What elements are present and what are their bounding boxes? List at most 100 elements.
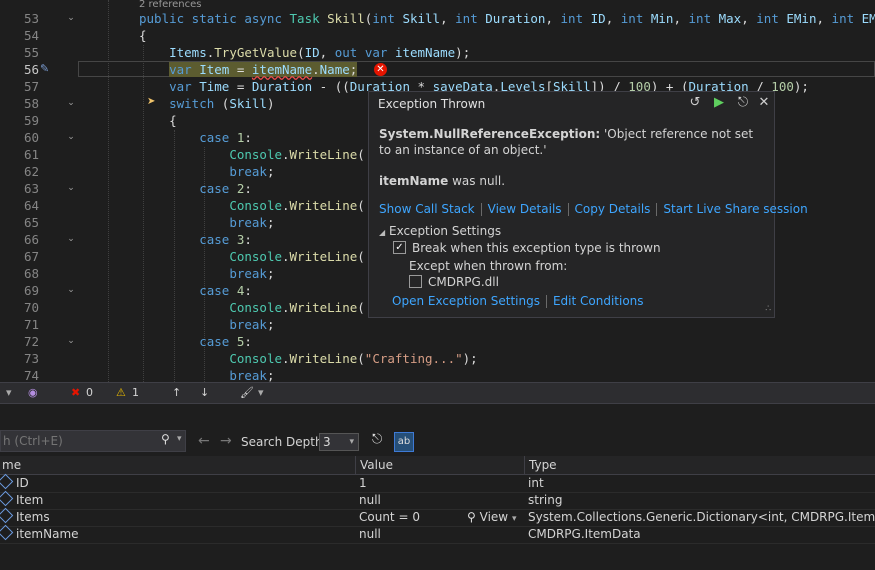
locals-search-box[interactable]: ⚲ ▾ [0,430,186,452]
code-text: case 5: [199,334,252,349]
history-icon[interactable]: ↺ [687,95,703,111]
view-details-link[interactable]: View Details [488,202,562,216]
variable-value[interactable]: null [359,492,381,509]
column-header-type[interactable]: Type [529,457,557,473]
brush-dropdown-icon[interactable]: ▾ [258,385,264,401]
fold-chevron-icon[interactable]: ⌄ [66,95,76,112]
collapse-triangle-icon: ◢ [379,228,386,237]
variable-name: Items [0,507,50,526]
search-icon[interactable]: ⚲ [161,432,170,446]
code-text: Items.TryGetValue(ID, out var itemName); [169,45,471,60]
line-number: 74 [23,368,39,382]
fold-chevron-icon[interactable]: ⌄ [66,10,76,27]
search-depth-select[interactable]: 3 ▾ [319,433,359,451]
code-line-72[interactable]: 72 ⌄ case 5: [0,333,875,350]
arrow-up-icon[interactable]: ↑ [172,385,181,401]
null-variable-message: itemName was null. [379,174,506,188]
line-number: 60 [23,130,39,145]
code-text: break; [229,215,275,230]
variable-type: CMDRPG.ItemData [528,527,641,541]
line-number: 57 [23,79,39,94]
quick-action-pencil-icon[interactable]: ✎ [40,62,49,75]
dropdown-arrow-icon[interactable]: ▾ [6,385,12,401]
code-line-54[interactable]: 54 { [0,27,875,44]
line-number: 67 [23,249,39,264]
forward-arrow-icon[interactable]: → [220,433,232,449]
hex-display-toggle-icon[interactable]: ab [394,432,414,452]
resize-grip-icon[interactable]: ∴ [765,304,771,314]
variable-value[interactable]: 1 [359,475,367,492]
line-number: 56 [23,62,39,77]
line-number: 58 [23,96,39,111]
panel-separator [0,403,875,431]
variable-type: int [528,476,544,490]
line-number: 53 [23,11,39,26]
code-text: Console.WriteLine( [229,198,365,213]
exception-message: System.NullReferenceException: 'Object r… [379,127,754,157]
live-share-link[interactable]: Start Live Share session [663,202,807,216]
column-divider[interactable] [355,456,356,474]
module-option[interactable]: CMDRPG.dll [409,275,499,289]
column-header-value[interactable]: Value [360,457,393,473]
locals-row[interactable]: Item null string [0,490,875,510]
line-number: 62 [23,164,39,179]
copy-details-link[interactable]: Copy Details [575,202,651,216]
pin-icon[interactable]: ⎋ [735,95,751,111]
checkbox-unchecked[interactable] [409,275,422,288]
locals-search-input[interactable] [1,431,155,451]
brush-icon[interactable]: 🖌 [240,385,254,401]
code-lens-references[interactable]: 2 references [139,0,202,9]
continue-icon[interactable]: ▶ [711,95,727,111]
back-arrow-icon[interactable]: ← [198,433,210,449]
code-line-73[interactable]: 73 Console.WriteLine("Crafting..."); [0,350,875,367]
locals-row[interactable]: itemName null CMDRPG.ItemData [0,524,875,544]
code-line-53[interactable]: 53 ⌄ public static async Task Skill(int … [0,10,875,27]
code-line-56[interactable]: 56 var Item = itemName.Name; [0,61,875,78]
locals-row[interactable]: Items Count = 0 ⚲ View ▾ System.Collecti… [0,507,875,527]
fold-chevron-icon[interactable]: ⌄ [66,129,76,146]
warning-icon[interactable]: ⚠ [116,385,126,401]
code-line-55[interactable]: 55 Items.TryGetValue(ID, out var itemNam… [0,44,875,61]
fold-chevron-icon[interactable]: ⌄ [66,231,76,248]
line-number: 72 [23,334,39,349]
column-divider[interactable] [524,456,525,474]
code-text: case 2: [199,181,252,196]
locals-grid-header: me Value Type [0,456,875,475]
error-count-icon[interactable]: ✖ [71,385,80,401]
fold-chevron-icon[interactable]: ⌄ [66,180,76,197]
code-line-71[interactable]: 71 break; [0,316,875,333]
open-exception-settings-link[interactable]: Open Exception Settings [392,294,540,308]
fold-chevron-icon[interactable]: ⌄ [66,282,76,299]
chevron-down-icon: ▾ [511,514,517,524]
pin-to-source-icon[interactable]: ⎋ [372,432,382,447]
exception-thrown-popup[interactable]: Exception Thrown ↺ ▶ ⎋ ✕ System.NullRefe… [368,91,808,318]
arrow-down-icon[interactable]: ↓ [200,385,209,401]
break-when-thrown-option[interactable]: ✓ Break when this exception type is throw… [393,241,661,255]
search-dropdown-icon[interactable]: ▾ [177,434,182,444]
fold-chevron-icon[interactable]: ⌄ [66,333,76,350]
locals-row[interactable]: ID 1 int [0,473,875,493]
copilot-icon[interactable]: ◉ [28,385,38,401]
variable-icon [0,490,14,507]
except-label: Except when thrown from: [409,259,568,273]
variable-type: System.Collections.Generic.Dictionary<in… [528,510,875,524]
error-count[interactable]: 0 [86,385,93,401]
code-text: Console.WriteLine( [229,249,365,264]
exception-settings-header[interactable]: ◢ Exception Settings [379,224,501,238]
checkbox-checked[interactable]: ✓ [393,241,406,254]
warning-count[interactable]: 1 [132,385,139,401]
line-number: 68 [23,266,39,281]
line-number: 69 [23,283,39,298]
show-call-stack-link[interactable]: Show Call Stack [379,202,475,216]
error-icon[interactable]: ✕ [374,63,387,76]
variable-value[interactable]: Count = 0 [359,509,420,526]
variable-value[interactable]: null [359,526,381,543]
code-line-74[interactable]: 74 break; [0,367,875,382]
edit-conditions-link[interactable]: Edit Conditions [553,294,644,308]
code-text: Console.WriteLine( [229,147,365,162]
column-header-name[interactable]: me [2,457,21,473]
code-text: { [139,28,147,43]
search-depth-label: Search Depth: [241,435,327,449]
code-editor[interactable]: 2 references 53 ⌄ public static async Ta… [0,0,875,382]
close-icon[interactable]: ✕ [756,95,772,111]
